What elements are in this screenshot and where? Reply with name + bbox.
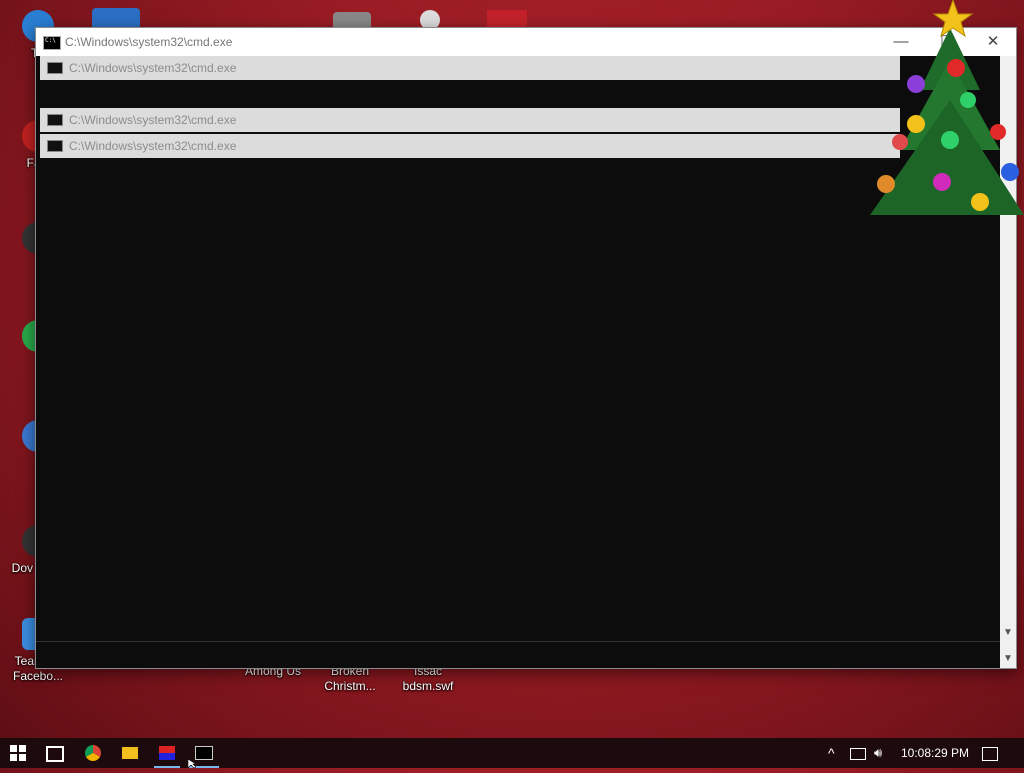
ornament-icon bbox=[947, 59, 965, 77]
app-icon bbox=[159, 746, 175, 760]
ornament-icon bbox=[960, 92, 976, 108]
star-icon bbox=[932, 0, 974, 38]
ghost-title: C:\Windows\system32\cmd.exe bbox=[69, 139, 237, 153]
ghost-cmd-titlebar-3[interactable]: C:\Windows\system32\cmd.exe bbox=[40, 134, 900, 158]
mouse-cursor-icon bbox=[188, 759, 196, 768]
tray-chevron-icon[interactable]: ^ bbox=[828, 738, 842, 768]
chrome-button[interactable] bbox=[74, 738, 112, 768]
tree-tier-3 bbox=[870, 100, 1024, 215]
ghost-cmd-titlebar-2[interactable]: C:\Windows\system32\cmd.exe bbox=[40, 108, 900, 132]
task-view-icon bbox=[46, 746, 64, 762]
ornament-icon bbox=[907, 115, 925, 133]
ornament-icon bbox=[933, 173, 951, 191]
start-button[interactable] bbox=[0, 738, 36, 768]
christmas-tree-gadget[interactable] bbox=[860, 0, 1024, 240]
cmd-taskbar-icon bbox=[195, 746, 213, 760]
ghost-title: C:\Windows\system32\cmd.exe bbox=[69, 113, 237, 127]
file-explorer-button[interactable] bbox=[111, 738, 149, 768]
cmd-icon bbox=[47, 62, 63, 74]
scroll-down-arrow-icon-2[interactable]: ▼ bbox=[1000, 653, 1016, 664]
volume-icon[interactable]: 🔊︎ bbox=[874, 738, 892, 768]
ornament-icon bbox=[990, 124, 1006, 140]
ornament-icon bbox=[941, 131, 959, 149]
ornament-icon bbox=[971, 193, 989, 211]
cmd-icon bbox=[47, 114, 63, 126]
clock[interactable]: 10:08:29 PM bbox=[900, 738, 970, 768]
ghost-title: C:\Windows\system32\cmd.exe bbox=[69, 61, 237, 75]
ornament-icon bbox=[877, 175, 895, 193]
app-button[interactable] bbox=[148, 738, 186, 768]
notification-icon[interactable] bbox=[982, 738, 1002, 768]
console-divider bbox=[36, 641, 1000, 642]
ghost-cmd-titlebar-1[interactable]: C:\Windows\system32\cmd.exe bbox=[40, 56, 900, 80]
cmd-title: C:\Windows\system32\cmd.exe bbox=[65, 35, 233, 49]
task-view-button[interactable] bbox=[36, 738, 74, 768]
scroll-down-arrow-icon[interactable]: ▼ bbox=[1000, 627, 1016, 638]
ornament-icon bbox=[892, 134, 908, 150]
cmd-icon bbox=[43, 36, 61, 50]
taskbar: ^ 🔊︎ 10:08:29 PM bbox=[0, 738, 1024, 768]
cmd-icon bbox=[47, 140, 63, 152]
windows-logo-icon bbox=[10, 745, 26, 761]
chrome-icon bbox=[85, 745, 101, 761]
ornament-icon bbox=[1001, 163, 1019, 181]
file-explorer-icon bbox=[122, 747, 138, 759]
network-icon[interactable] bbox=[850, 738, 868, 768]
ornament-icon bbox=[907, 75, 925, 93]
